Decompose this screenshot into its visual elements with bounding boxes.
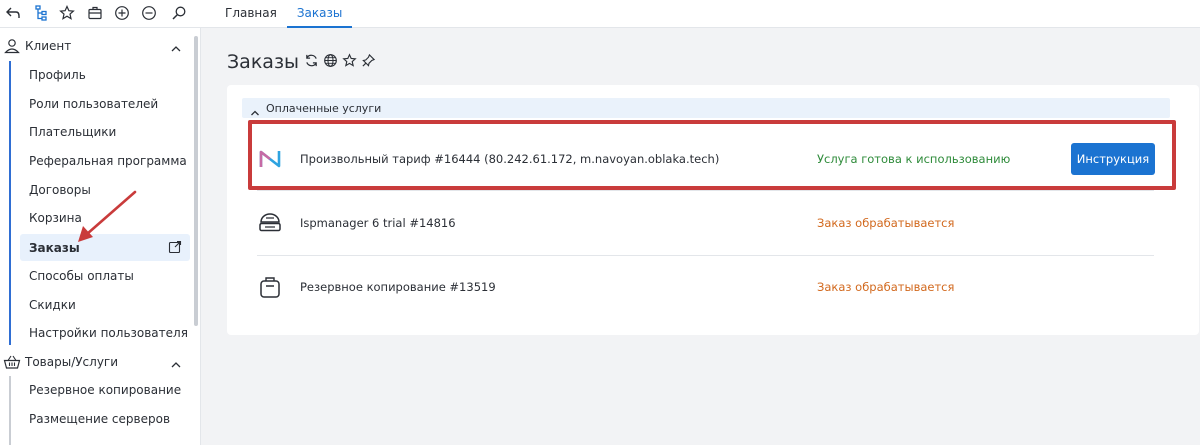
sidebar-item-contracts[interactable]: Договоры (20, 176, 190, 203)
row-divider (257, 190, 1154, 191)
sidebar-item-user-roles[interactable]: Роли пользователей (20, 90, 190, 117)
brand-logo-icon (257, 146, 283, 172)
order-name[interactable]: Произвольный тариф #16444 (80.242.61.172… (300, 152, 719, 166)
order-status: Заказ обрабатывается (817, 280, 955, 294)
order-name[interactable]: Резервное копирование #13519 (300, 280, 496, 294)
star-icon[interactable] (342, 53, 358, 69)
globe-icon[interactable] (323, 53, 339, 69)
sidebar-item-user-settings[interactable]: Настройки пользователя (20, 319, 190, 346)
sidebar-item-payment-methods[interactable]: Способы оплаты (20, 262, 190, 289)
sidebar-scrollbar[interactable] (194, 36, 198, 326)
sidebar-section-goods[interactable]: Товары/Услуги (0, 348, 195, 376)
order-status: Заказ обрабатывается (817, 216, 955, 230)
sidebar-section-label: Клиент (25, 39, 72, 53)
sidebar-section-client[interactable]: Клиент (0, 32, 195, 60)
chevron-up-icon[interactable] (170, 356, 182, 368)
title-actions (304, 53, 377, 69)
sidebar-item-orders[interactable]: Заказы (20, 234, 190, 261)
order-row[interactable]: Произвольный тариф #16444 (80.242.61.172… (242, 129, 1170, 189)
user-icon (3, 38, 21, 54)
order-status: Услуга готова к использованию (817, 152, 1011, 166)
refresh-icon[interactable] (304, 53, 320, 69)
sidebar-item-cart[interactable]: Корзина (20, 204, 190, 231)
open-external-icon[interactable] (168, 240, 182, 254)
chevron-up-icon[interactable] (250, 103, 260, 116)
group-header-paid-services[interactable]: Оплаченные услуги (242, 98, 1170, 118)
instruction-button[interactable]: Инструкция (1071, 143, 1155, 175)
order-row[interactable]: Ispmanager 6 trial #14816 Заказ обрабаты… (242, 193, 1170, 253)
tree-icon[interactable] (30, 2, 52, 24)
row-divider (257, 255, 1154, 256)
plus-circle-icon[interactable] (111, 2, 133, 24)
sidebar: Клиент Профиль Роли пользователей Плател… (0, 28, 201, 445)
basket-icon (3, 354, 21, 370)
search-icon[interactable] (168, 2, 190, 24)
order-row[interactable]: Резервное копирование #13519 Заказ обраб… (242, 257, 1170, 317)
backup-bag-icon (257, 274, 283, 300)
sidebar-item-server-hosting[interactable]: Размещение серверов (20, 405, 190, 432)
sidebar-item-payers[interactable]: Плательщики (20, 118, 190, 145)
pin-icon[interactable] (361, 53, 377, 69)
star-icon[interactable] (56, 2, 78, 24)
sidebar-item-referral[interactable]: Реферальная программа (20, 147, 190, 174)
top-bar: Главная Заказы (0, 0, 1200, 28)
tab-orders[interactable]: Заказы (286, 0, 353, 28)
sidebar-section-label: Товары/Услуги (25, 355, 119, 369)
server-dome-icon (257, 210, 283, 236)
tab-bar: Главная Заказы (215, 0, 353, 28)
toolbar (0, 0, 200, 28)
back-arrow-icon[interactable] (2, 2, 24, 24)
sidebar-section-line (9, 61, 11, 345)
sidebar-item-label: Заказы (29, 241, 80, 255)
sidebar-item-backup[interactable]: Резервное копирование (20, 376, 190, 403)
group-label: Оплаченные услуги (266, 102, 382, 115)
sidebar-section-line (9, 376, 11, 445)
briefcase-icon[interactable] (84, 2, 106, 24)
sidebar-item-discounts[interactable]: Скидки (20, 291, 190, 318)
tab-home[interactable]: Главная (215, 0, 287, 28)
sidebar-item-profile[interactable]: Профиль (20, 61, 190, 88)
chevron-up-icon[interactable] (170, 40, 182, 52)
orders-card: Оплаченные услуги Произвольный тариф #16… (227, 85, 1199, 335)
page-title: Заказы (227, 51, 300, 73)
order-name[interactable]: Ispmanager 6 trial #14816 (300, 216, 456, 230)
minus-circle-icon[interactable] (138, 2, 160, 24)
